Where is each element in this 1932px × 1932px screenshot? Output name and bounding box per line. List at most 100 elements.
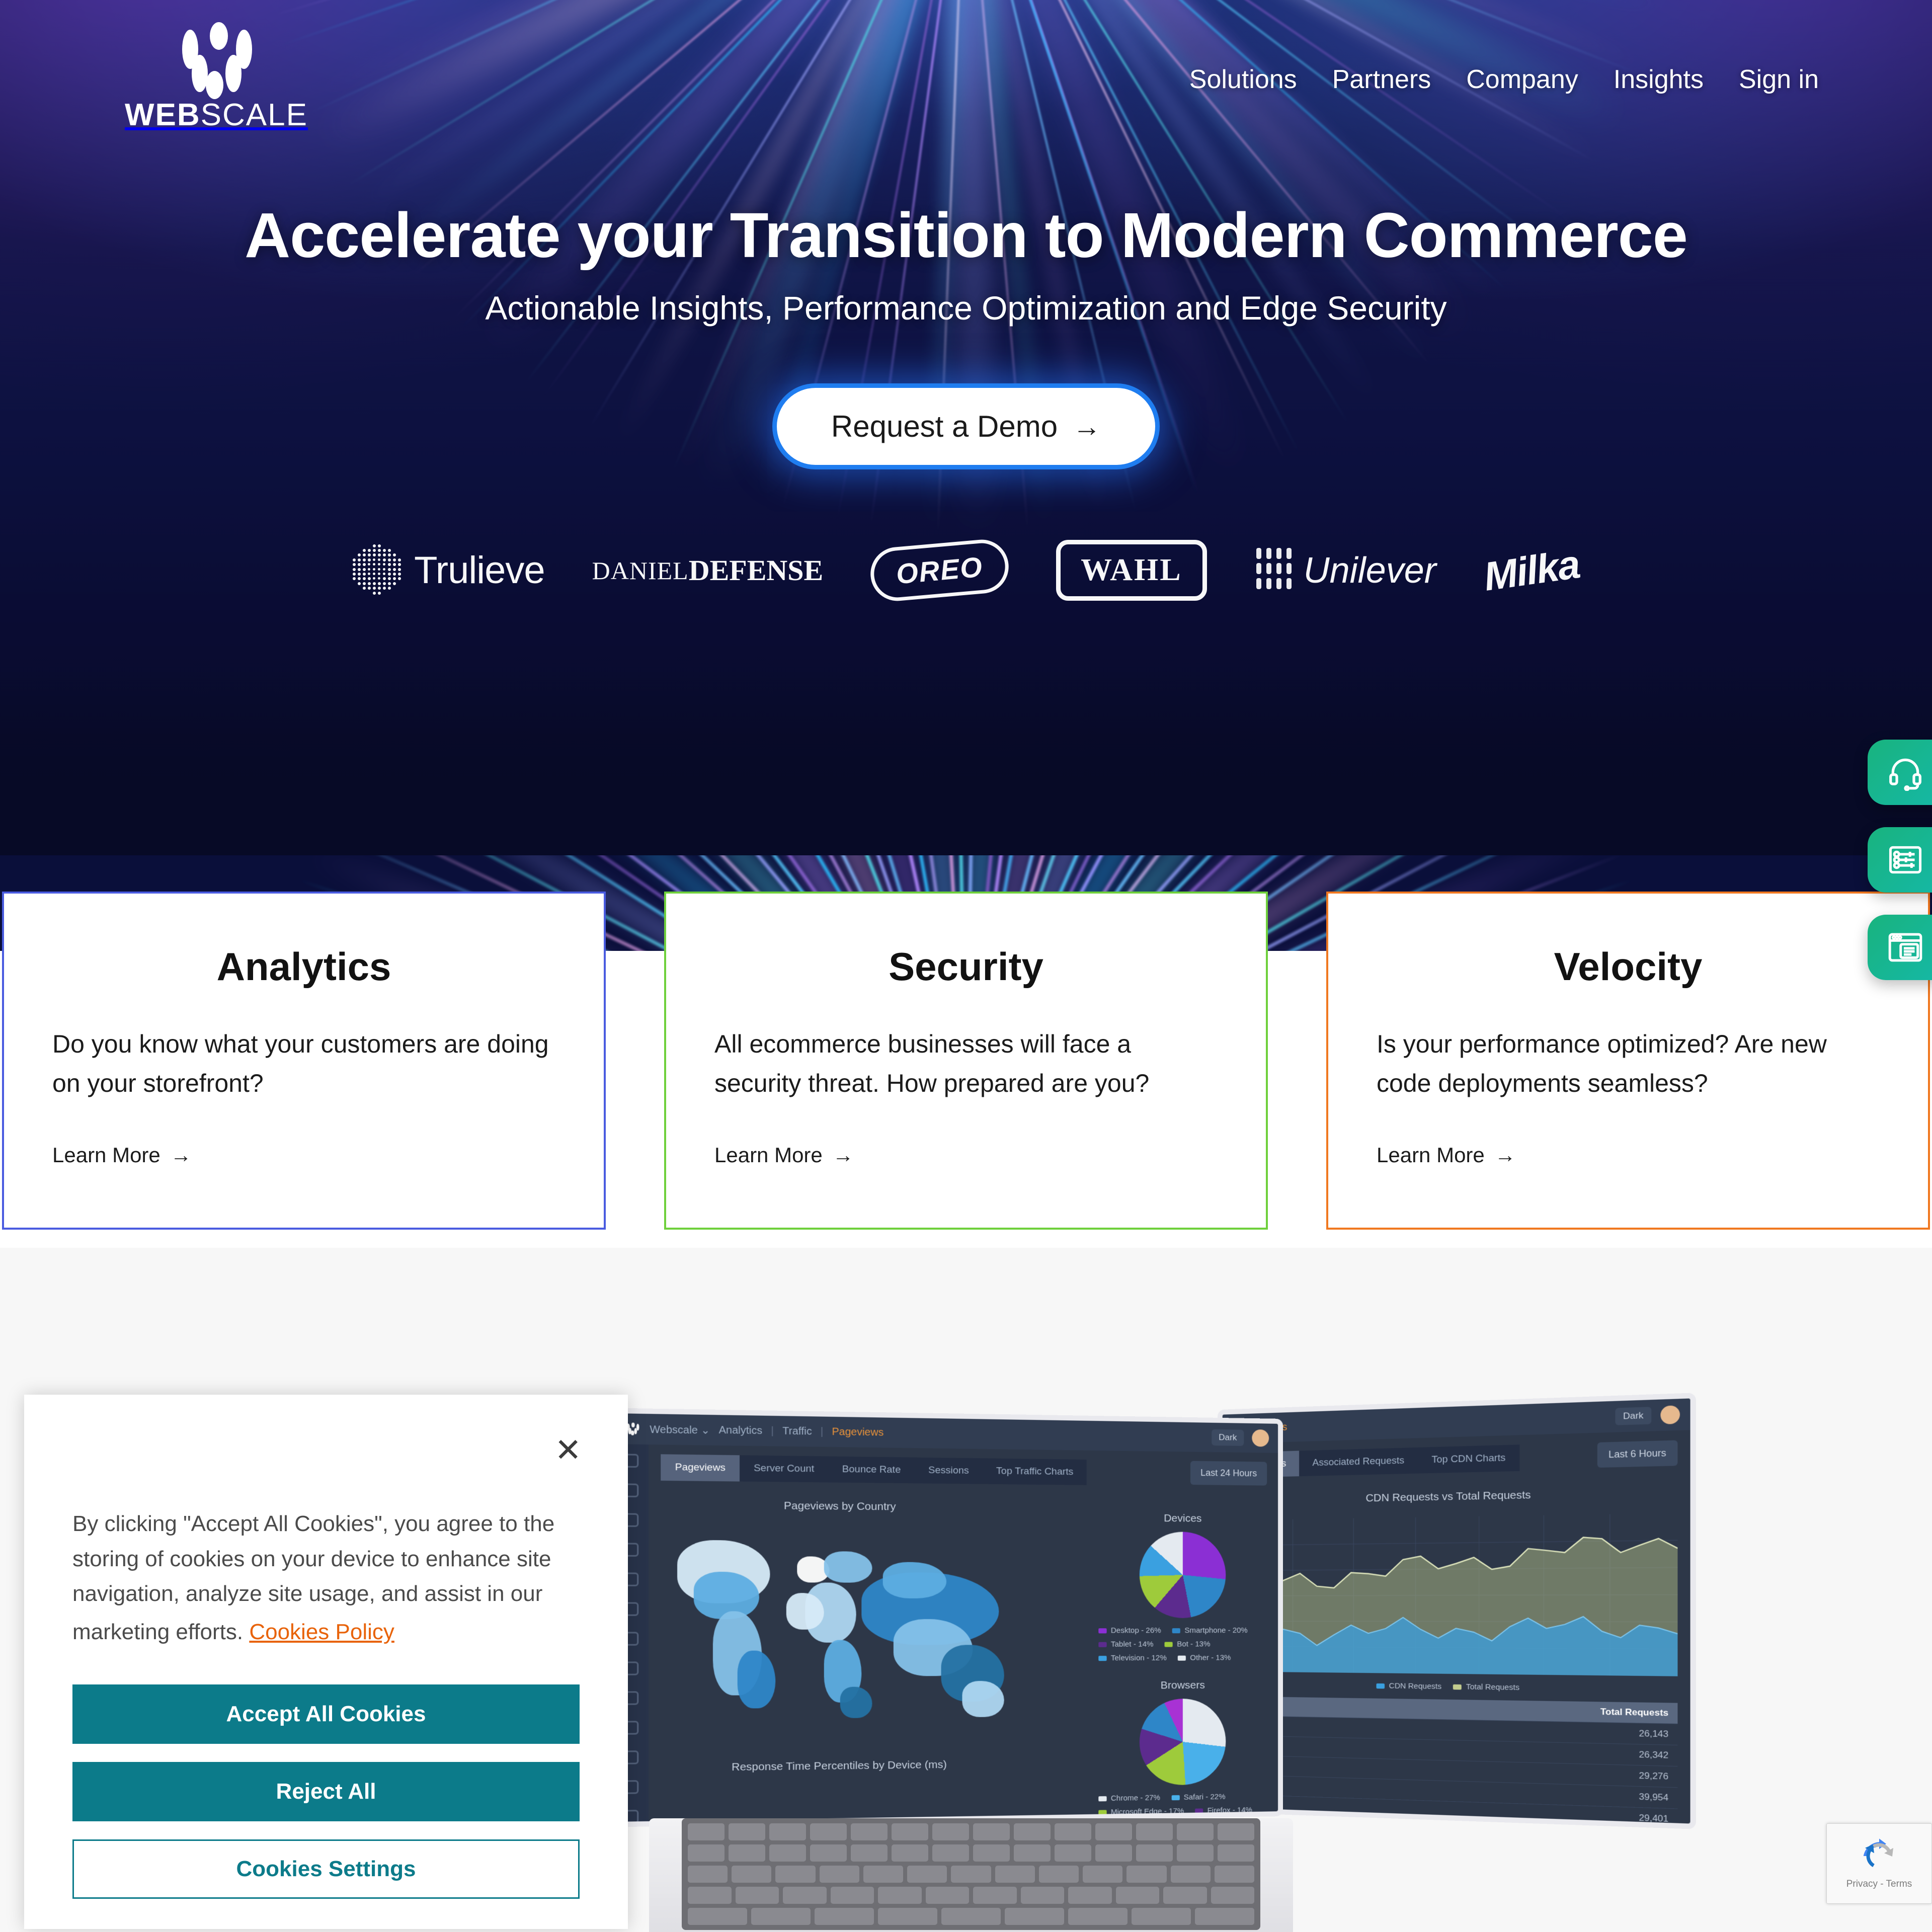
accept-all-cookies-button[interactable]: Accept All Cookies bbox=[72, 1684, 580, 1744]
cookies-settings-button[interactable]: Cookies Settings bbox=[72, 1839, 580, 1899]
key[interactable] bbox=[1195, 1908, 1254, 1925]
key[interactable] bbox=[783, 1887, 827, 1904]
nav-item-solutions[interactable]: Solutions bbox=[1172, 64, 1315, 95]
learn-more-analytics[interactable]: Learn More → bbox=[52, 1143, 192, 1167]
time-range-selector-left[interactable]: Last 24 Hours bbox=[1190, 1461, 1267, 1486]
nav-item-sign-in[interactable]: Sign in bbox=[1721, 64, 1836, 95]
key[interactable] bbox=[735, 1887, 779, 1904]
key[interactable] bbox=[973, 1823, 1010, 1840]
key[interactable] bbox=[810, 1823, 847, 1840]
key[interactable] bbox=[729, 1823, 765, 1840]
key[interactable] bbox=[1068, 1887, 1112, 1904]
tab-pageviews[interactable]: Pageviews bbox=[661, 1454, 740, 1482]
key[interactable] bbox=[1068, 1908, 1128, 1925]
theme-toggle-left[interactable]: Dark bbox=[1212, 1429, 1244, 1446]
key[interactable] bbox=[815, 1908, 874, 1925]
key[interactable] bbox=[1020, 1887, 1064, 1904]
support-chat-button[interactable] bbox=[1868, 740, 1932, 805]
key[interactable] bbox=[1177, 1844, 1214, 1862]
key[interactable] bbox=[1095, 1823, 1132, 1840]
key[interactable] bbox=[1126, 1866, 1167, 1883]
nav-item-partners[interactable]: Partners bbox=[1315, 64, 1449, 95]
key[interactable] bbox=[973, 1887, 1017, 1904]
key[interactable] bbox=[830, 1887, 874, 1904]
key[interactable] bbox=[851, 1844, 888, 1862]
key[interactable] bbox=[932, 1823, 969, 1840]
request-demo-button[interactable]: Request a Demo → bbox=[772, 383, 1160, 470]
key[interactable] bbox=[688, 1844, 725, 1862]
key[interactable] bbox=[1115, 1887, 1159, 1904]
key[interactable] bbox=[688, 1823, 725, 1840]
breadcrumb-traffic[interactable]: Traffic bbox=[782, 1425, 812, 1438]
key[interactable] bbox=[1218, 1844, 1254, 1862]
key[interactable] bbox=[878, 1908, 937, 1925]
key[interactable] bbox=[878, 1887, 922, 1904]
key[interactable] bbox=[851, 1823, 888, 1840]
cookies-policy-link[interactable]: Cookies Policy bbox=[249, 1615, 394, 1650]
breadcrumb-analytics[interactable]: Analytics bbox=[719, 1424, 763, 1437]
tab-sessions[interactable]: Sessions bbox=[914, 1457, 983, 1484]
nav-item-company[interactable]: Company bbox=[1448, 64, 1596, 95]
key[interactable] bbox=[1055, 1844, 1091, 1862]
key[interactable] bbox=[769, 1823, 806, 1840]
theme-toggle-right[interactable]: Dark bbox=[1615, 1407, 1652, 1425]
key[interactable] bbox=[1055, 1823, 1091, 1840]
key[interactable] bbox=[1014, 1823, 1051, 1840]
feature-card-velocity[interactable]: Velocity Is your performance optimized? … bbox=[1326, 892, 1930, 1230]
key[interactable] bbox=[1095, 1844, 1132, 1862]
tab-top-traffic-charts[interactable]: Top Traffic Charts bbox=[982, 1458, 1087, 1485]
webscale-logo[interactable]: WEBSCALE bbox=[116, 20, 317, 131]
key[interactable] bbox=[1163, 1887, 1207, 1904]
key[interactable] bbox=[995, 1866, 1035, 1883]
tenant-selector[interactable]: Webscale ⌄ bbox=[650, 1423, 710, 1437]
recaptcha-badge[interactable]: Privacy - Terms bbox=[1826, 1823, 1932, 1904]
key[interactable] bbox=[1136, 1844, 1173, 1862]
key[interactable] bbox=[907, 1866, 947, 1883]
key[interactable] bbox=[941, 1908, 1001, 1925]
key[interactable] bbox=[925, 1887, 969, 1904]
key[interactable] bbox=[729, 1844, 765, 1862]
key[interactable] bbox=[688, 1908, 747, 1925]
learn-more-velocity[interactable]: Learn More → bbox=[1377, 1143, 1516, 1167]
key[interactable] bbox=[751, 1908, 811, 1925]
key[interactable] bbox=[932, 1844, 969, 1862]
key[interactable] bbox=[775, 1866, 816, 1883]
key[interactable] bbox=[1177, 1823, 1214, 1840]
avatar[interactable] bbox=[1660, 1405, 1680, 1425]
key[interactable] bbox=[1083, 1866, 1123, 1883]
key[interactable] bbox=[810, 1844, 847, 1862]
tab-top-cdn-charts[interactable]: Top CDN Charts bbox=[1418, 1444, 1520, 1474]
key[interactable] bbox=[1005, 1908, 1064, 1925]
avatar[interactable] bbox=[1252, 1429, 1269, 1447]
feature-card-analytics[interactable]: Analytics Do you know what your customer… bbox=[2, 892, 606, 1230]
key[interactable] bbox=[769, 1844, 806, 1862]
key[interactable] bbox=[1136, 1823, 1173, 1840]
key[interactable] bbox=[1014, 1844, 1051, 1862]
key[interactable] bbox=[688, 1887, 732, 1904]
reject-all-button[interactable]: Reject All bbox=[72, 1762, 580, 1822]
time-range-selector-right[interactable]: Last 6 Hours bbox=[1597, 1440, 1678, 1468]
learn-more-security[interactable]: Learn More → bbox=[714, 1143, 854, 1167]
key[interactable] bbox=[1038, 1866, 1079, 1883]
key[interactable] bbox=[732, 1866, 772, 1883]
cookie-close-button[interactable]: ✕ bbox=[554, 1434, 582, 1466]
feature-card-security[interactable]: Security All ecommerce businesses will f… bbox=[664, 892, 1268, 1230]
key[interactable] bbox=[892, 1844, 928, 1862]
key[interactable] bbox=[1132, 1908, 1191, 1925]
key[interactable] bbox=[1170, 1866, 1211, 1883]
tab-bounce-rate[interactable]: Bounce Rate bbox=[828, 1456, 915, 1484]
preferences-button[interactable] bbox=[1868, 827, 1932, 893]
nav-item-insights[interactable]: Insights bbox=[1596, 64, 1721, 95]
docs-button[interactable] bbox=[1868, 915, 1932, 980]
key[interactable] bbox=[688, 1866, 728, 1883]
key[interactable] bbox=[1211, 1887, 1254, 1904]
key[interactable] bbox=[892, 1823, 928, 1840]
key[interactable] bbox=[973, 1844, 1010, 1862]
key[interactable] bbox=[1214, 1866, 1255, 1883]
tab-server-count[interactable]: Server Count bbox=[739, 1455, 829, 1483]
key[interactable] bbox=[863, 1866, 904, 1883]
key[interactable] bbox=[1218, 1823, 1254, 1840]
key[interactable] bbox=[819, 1866, 859, 1883]
key[interactable] bbox=[951, 1866, 991, 1883]
tab-associated-requests[interactable]: Associated Requests bbox=[1299, 1447, 1418, 1477]
